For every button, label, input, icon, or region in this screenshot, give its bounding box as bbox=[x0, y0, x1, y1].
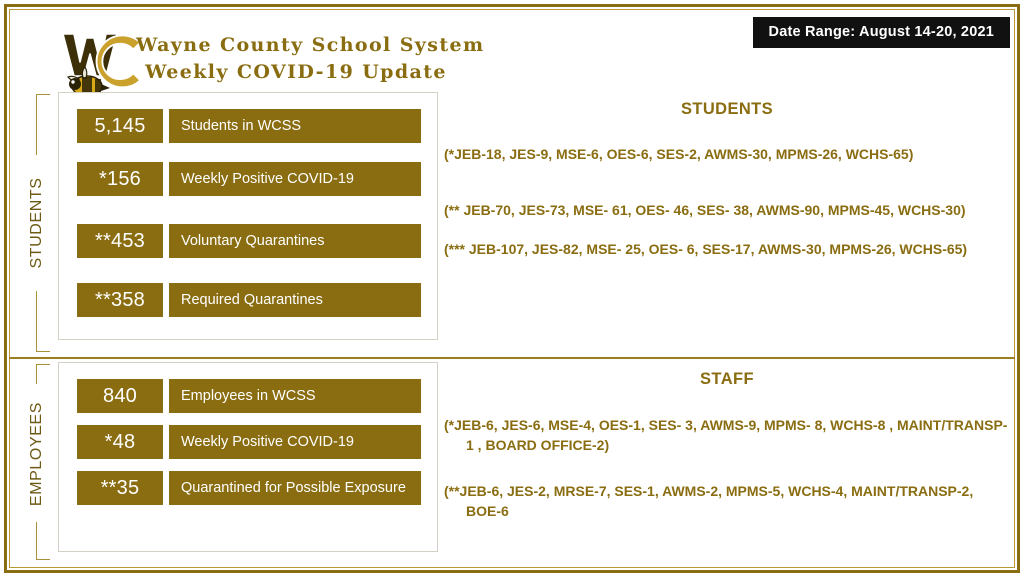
title-line-1: Wayne County School System bbox=[136, 34, 485, 56]
employees-bars-box: 840 Employees in WCSS *48 Weekly Positiv… bbox=[58, 362, 438, 552]
page-title: Wayne County School System Weekly COVID-… bbox=[136, 32, 485, 86]
staff-note-positive: (*JEB-6, JES-6, MSE-4, OES-1, SES- 3, AW… bbox=[444, 417, 1008, 453]
employees-bracket-top bbox=[36, 364, 50, 365]
employees-quarantined-value: **35 bbox=[77, 471, 163, 505]
students-notes: STUDENTS (*JEB-18, JES-9, MSE-6, OES-6, … bbox=[444, 100, 1010, 259]
students-axis-label: STUDENTS bbox=[24, 155, 50, 291]
employees-row-quarantined[interactable]: **35 Quarantined for Possible Exposure bbox=[77, 471, 421, 505]
covid-update-slide: Wayne County School System Weekly COVID-… bbox=[0, 0, 1024, 577]
students-notes-heading: STUDENTS bbox=[680, 100, 774, 118]
employees-quarantined-label: Quarantined for Possible Exposure bbox=[169, 471, 421, 505]
employees-bracket-bottom bbox=[36, 559, 50, 560]
students-section: STUDENTS 5,145 Students in WCSS *156 Wee… bbox=[0, 92, 1024, 354]
title-line-2: Weekly COVID-19 Update bbox=[145, 61, 447, 83]
staff-note-quarantined: (**JEB-6, JES-2, MRSE-7, SES-1, AWMS-2, … bbox=[444, 483, 978, 519]
students-voluntary-label: Voluntary Quarantines bbox=[169, 224, 421, 258]
section-divider bbox=[9, 357, 1015, 359]
students-row-positive[interactable]: *156 Weekly Positive COVID-19 bbox=[77, 162, 421, 196]
students-note-voluntary: (** JEB-70, JES-73, MSE- 61, OES- 46, SE… bbox=[444, 202, 966, 218]
students-bracket-bottom bbox=[36, 351, 50, 352]
students-axis-label-group: STUDENTS bbox=[14, 92, 60, 354]
students-row-voluntary-quarantine[interactable]: **453 Voluntary Quarantines bbox=[77, 224, 421, 258]
date-range-badge: Date Range: August 14-20, 2021 bbox=[752, 17, 1010, 48]
students-positive-value: *156 bbox=[77, 162, 163, 196]
employees-total-value: 840 bbox=[77, 379, 163, 413]
employees-positive-label: Weekly Positive COVID-19 bbox=[169, 425, 421, 459]
students-required-label: Required Quarantines bbox=[169, 283, 421, 317]
employees-row-positive[interactable]: *48 Weekly Positive COVID-19 bbox=[77, 425, 421, 459]
employees-axis-label: EMPLOYEES bbox=[24, 386, 50, 522]
slide-header: Wayne County School System Weekly COVID-… bbox=[0, 10, 1024, 98]
students-row-total[interactable]: 5,145 Students in WCSS bbox=[77, 109, 421, 143]
students-voluntary-value: **453 bbox=[77, 224, 163, 258]
students-required-value: **358 bbox=[77, 283, 163, 317]
students-note-required: (*** JEB-107, JES-82, MSE- 25, OES- 6, S… bbox=[444, 241, 968, 257]
employees-section: EMPLOYEES 840 Employees in WCSS *48 Week… bbox=[0, 362, 1024, 562]
wc-yellowjacket-logo-icon bbox=[57, 24, 143, 102]
students-total-label: Students in WCSS bbox=[169, 109, 421, 143]
employees-row-total[interactable]: 840 Employees in WCSS bbox=[77, 379, 421, 413]
staff-notes-heading: STAFF bbox=[700, 370, 754, 388]
students-bracket-top bbox=[36, 94, 50, 95]
students-row-required-quarantine[interactable]: **358 Required Quarantines bbox=[77, 283, 421, 317]
employees-axis-label-group: EMPLOYEES bbox=[14, 362, 60, 562]
employees-positive-value: *48 bbox=[77, 425, 163, 459]
students-note-positive: (*JEB-18, JES-9, MSE-6, OES-6, SES-2, AW… bbox=[444, 146, 914, 162]
students-bars-box: 5,145 Students in WCSS *156 Weekly Posit… bbox=[58, 92, 438, 340]
students-positive-label: Weekly Positive COVID-19 bbox=[169, 162, 421, 196]
students-total-value: 5,145 bbox=[77, 109, 163, 143]
employees-notes: STAFF (*JEB-6, JES-6, MSE-4, OES-1, SES-… bbox=[444, 370, 1010, 521]
employees-total-label: Employees in WCSS bbox=[169, 379, 421, 413]
